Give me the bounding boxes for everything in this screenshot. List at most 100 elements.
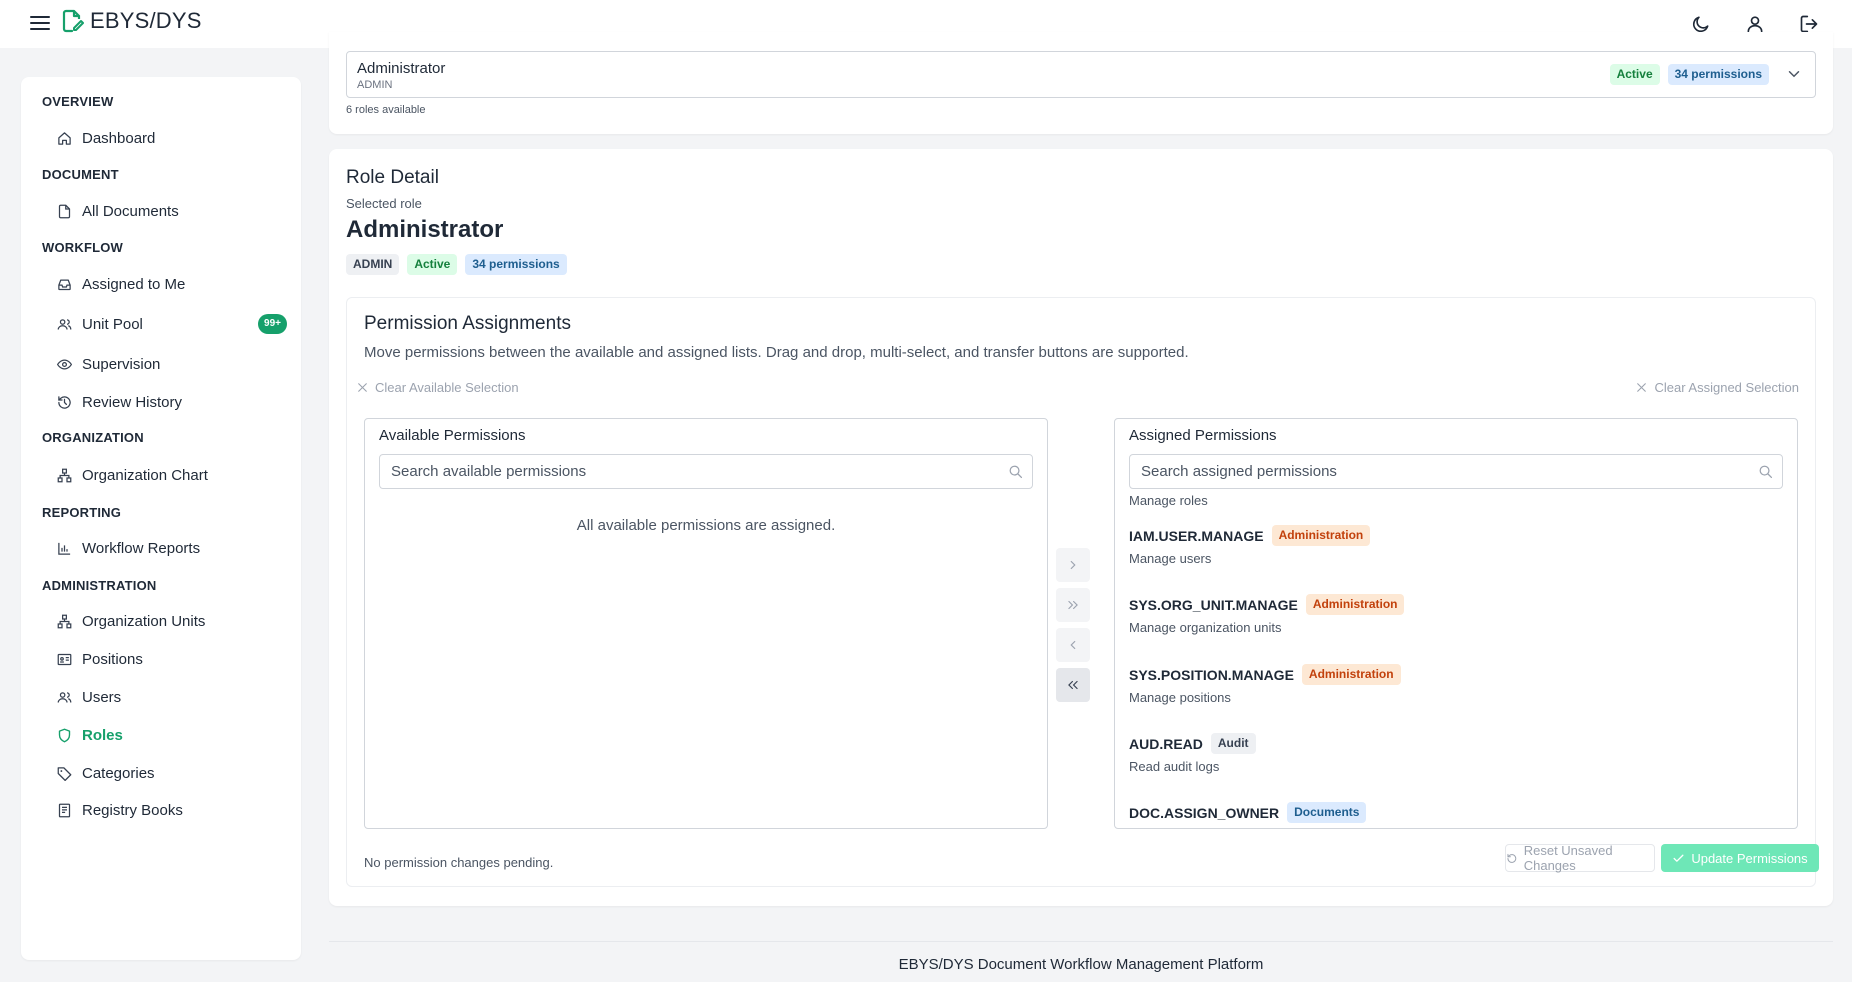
sidebar-item-roles[interactable]: Roles <box>57 720 287 750</box>
roles-available-note: 6 roles available <box>346 104 426 116</box>
org-chart-icon <box>57 468 72 482</box>
permission-item[interactable]: SYS.POSITION.MANAGE Administration <box>1129 664 1401 685</box>
role-detail-card: Role Detail Selected role Administrator … <box>329 149 1833 906</box>
assigned-permissions-scroll[interactable]: Manage roles IAM.USER.MANAGE Administrati… <box>1129 491 1779 828</box>
section-workflow: WORKFLOW <box>42 240 124 255</box>
sidebar-item-label: All Documents <box>82 202 179 220</box>
app-title: EBYS/DYS <box>90 8 202 33</box>
sidebar-item-dashboard[interactable]: Dashboard <box>57 123 287 153</box>
sidebar-item-positions[interactable]: Positions <box>57 644 287 674</box>
category-badge: Administration <box>1301 664 1401 685</box>
role-detail-title: Role Detail <box>346 167 439 188</box>
sidebar-item-users[interactable]: Users <box>57 682 287 712</box>
eye-icon <box>57 358 72 370</box>
role-select-dropdown[interactable]: Administrator ADMIN Active 34 permission… <box>346 51 1816 98</box>
update-permissions-button[interactable]: Update Permissions <box>1661 844 1819 872</box>
bar-chart-icon <box>58 542 71 555</box>
sidebar-item-label: Categories <box>82 764 155 782</box>
menu-icon[interactable] <box>28 11 52 35</box>
permission-item[interactable]: IAM.USER.MANAGE Administration <box>1129 525 1371 546</box>
sidebar-item-label: Roles <box>82 726 123 744</box>
sidebar: OVERVIEW Dashboard DOCUMENT All Document… <box>21 77 301 960</box>
sidebar-item-label: Unit Pool <box>82 315 143 333</box>
permission-description: Manage roles <box>1129 493 1208 508</box>
clear-assigned-selection-button[interactable]: Clear Assigned Selection <box>1635 380 1799 395</box>
close-icon <box>358 383 367 392</box>
footer: EBYS/DYS Document Workflow Management Pl… <box>329 941 1833 982</box>
users-icon <box>57 318 72 330</box>
category-badge: Administration <box>1305 594 1405 615</box>
search-icon <box>1759 465 1773 479</box>
chevron-right-icon <box>1070 560 1076 570</box>
sidebar-item-review-history[interactable]: Review History <box>57 387 287 417</box>
sidebar-item-organization-chart[interactable]: Organization Chart <box>57 460 287 490</box>
permission-item[interactable]: DOC.ASSIGN_OWNER Documents <box>1129 802 1367 823</box>
permission-description: Read audit logs <box>1129 759 1220 774</box>
section-organization: ORGANIZATION <box>42 430 144 445</box>
permission-assignments-description: Move permissions between the available a… <box>364 344 1189 361</box>
role-code-badge: ADMIN <box>346 254 400 275</box>
role-name: Administrator <box>346 216 504 243</box>
sidebar-item-supervision[interactable]: Supervision <box>57 349 287 379</box>
status-badge: Active <box>407 254 458 275</box>
permission-item[interactable]: SYS.ORG_UNIT.MANAGE Administration <box>1129 594 1405 615</box>
move-selected-right-button[interactable] <box>1056 548 1090 582</box>
history-icon <box>58 395 71 409</box>
category-badge: Documents <box>1287 802 1367 823</box>
permission-description: Manage organization units <box>1129 620 1282 635</box>
chevron-down-icon <box>1785 65 1803 88</box>
sidebar-item-label: Workflow Reports <box>82 539 201 557</box>
available-search-input[interactable] <box>380 455 1000 488</box>
move-selected-left-button[interactable] <box>1056 628 1090 662</box>
permission-assignments-title: Permission Assignments <box>364 313 571 334</box>
brand[interactable]: EBYS/DYS <box>62 8 202 34</box>
sidebar-item-label: Registry Books <box>82 801 183 819</box>
permission-code: AUD.READ <box>1129 735 1203 752</box>
section-document: DOCUMENT <box>42 167 119 182</box>
assigned-search-field <box>1129 454 1783 489</box>
section-overview: OVERVIEW <box>42 94 114 109</box>
check-icon <box>1673 854 1684 862</box>
shield-icon <box>58 728 71 742</box>
assigned-search-input[interactable] <box>1130 455 1750 488</box>
move-all-right-button[interactable] <box>1056 588 1090 622</box>
move-all-left-button[interactable] <box>1056 668 1090 702</box>
assigned-permissions-list: Assigned Permissions Manage roles IAM.US… <box>1114 418 1798 829</box>
chevrons-left-icon <box>1068 680 1078 690</box>
permission-item[interactable]: AUD.READ Audit <box>1129 733 1256 754</box>
clear-available-selection-button[interactable]: Clear Available Selection <box>356 380 519 395</box>
sidebar-item-unit-pool[interactable]: Unit Pool 99+ <box>57 309 287 339</box>
sidebar-item-categories[interactable]: Categories <box>57 758 287 788</box>
reset-unsaved-changes-button[interactable]: Reset Unsaved Changes <box>1505 843 1655 873</box>
sidebar-item-label: Supervision <box>82 355 161 373</box>
permission-code: IAM.USER.MANAGE <box>1129 527 1264 544</box>
permission-code: DOC.ASSIGN_OWNER <box>1129 804 1280 821</box>
permissions-count-badge: 34 permissions <box>1667 64 1769 85</box>
sidebar-item-all-documents[interactable]: All Documents <box>57 196 287 226</box>
sidebar-item-label: Dashboard <box>82 129 156 147</box>
category-badge: Administration <box>1271 525 1371 546</box>
permission-assignments-panel: Permission Assignments Move permissions … <box>346 297 1819 887</box>
selected-role-code: ADMIN <box>357 79 393 91</box>
footer-text: EBYS/DYS Document Workflow Management Pl… <box>898 956 1264 973</box>
document-edit-icon <box>62 9 84 33</box>
available-permissions-label: Available Permissions <box>379 427 526 444</box>
id-card-icon <box>57 653 72 665</box>
pending-changes-text: No permission changes pending. <box>364 855 554 870</box>
permission-code: SYS.ORG_UNIT.MANAGE <box>1129 596 1298 613</box>
available-permissions-list: Available Permissions All available perm… <box>364 418 1048 829</box>
sidebar-item-registry-books[interactable]: Registry Books <box>57 795 287 825</box>
inbox-icon <box>58 279 71 290</box>
role-detail-subtitle: Selected role <box>346 196 422 211</box>
sidebar-item-label: Positions <box>82 650 143 668</box>
sidebar-item-workflow-reports[interactable]: Workflow Reports <box>57 533 287 563</box>
permission-code: SYS.POSITION.MANAGE <box>1129 666 1294 683</box>
selected-role-name: Administrator <box>357 60 446 77</box>
sidebar-item-assigned-to-me[interactable]: Assigned to Me <box>57 269 287 299</box>
tag-icon <box>57 766 72 781</box>
permissions-count-badge: 34 permissions <box>465 254 567 275</box>
home-icon <box>58 131 71 145</box>
sidebar-item-label: Organization Chart <box>82 466 208 484</box>
transfer-controls <box>1056 548 1090 702</box>
sidebar-item-organization-units[interactable]: Organization Units <box>57 606 287 636</box>
